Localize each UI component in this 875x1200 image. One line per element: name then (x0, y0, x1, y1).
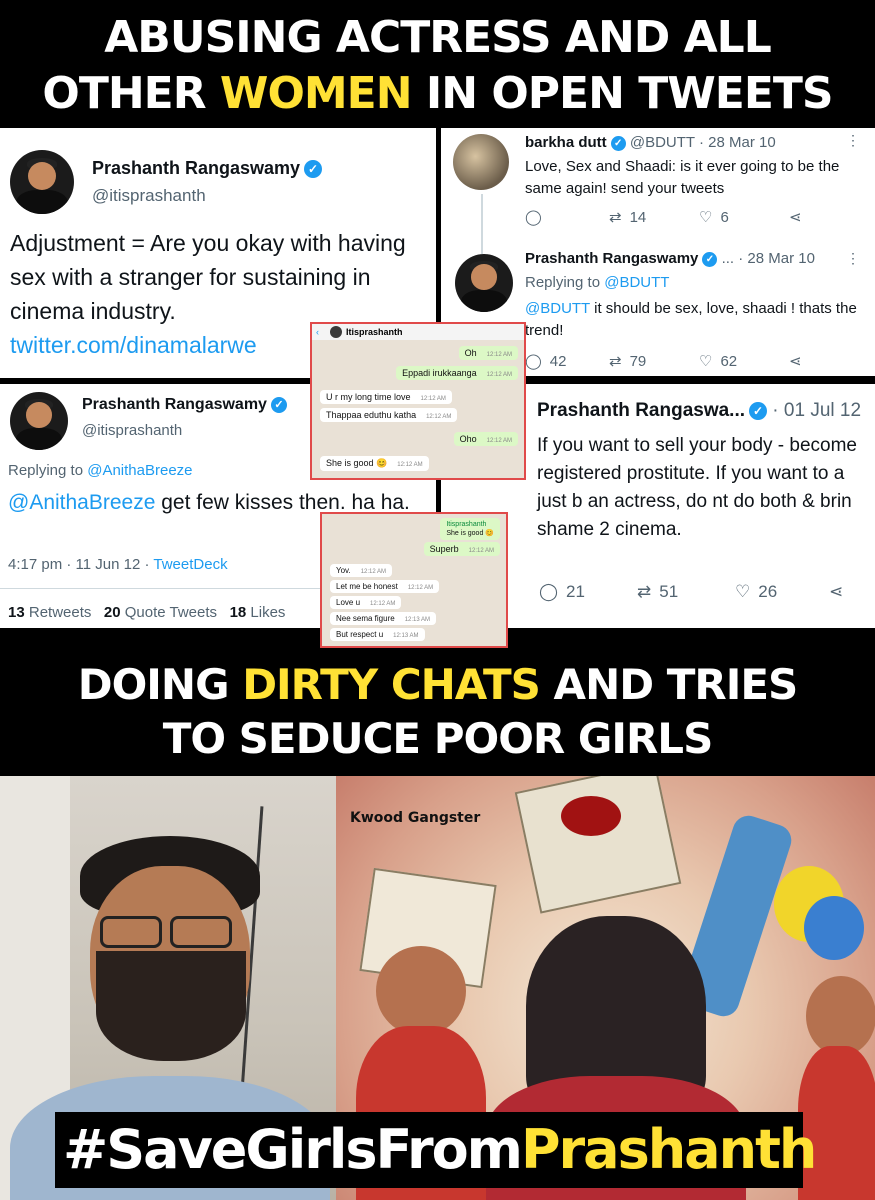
like-button[interactable]: ♡ 6 (699, 208, 729, 227)
illustration-caption: Kwood Gangster (350, 810, 481, 826)
chat-contact-name: Itisprashanth (346, 327, 403, 337)
like-button[interactable]: ♡ 26 (735, 582, 777, 602)
tweet-author-handle[interactable]: @itisprashanth (92, 186, 206, 206)
chat-message: U r my long time love 12:12 AM (320, 390, 452, 404)
chat-screenshot-2: Itisprashanth She is good 😊 Superb 12:12 A… (320, 512, 508, 648)
tweet-author-name[interactable]: Prashanth Rangaswa... ✓ · 01 Jul 12 (537, 400, 861, 422)
comment-icon: ◯ (525, 209, 542, 226)
tweet-stats: 13 Retweets 20 Quote Tweets 18 Likes (8, 604, 286, 621)
chat-message: She is good 😊 12:12 AM (320, 456, 429, 471)
chat-message: Thappaa eduthu katha 12:12 AM (320, 408, 458, 422)
retweet-icon: ⇄ (609, 209, 622, 226)
avatar (455, 254, 513, 312)
tweet-text: If you want to sell your body - become r… (537, 435, 857, 540)
share-button[interactable]: ⋖ (789, 208, 802, 226)
poster: { "top_banner": { "line1": "ABUSING ACTR… (0, 0, 875, 1200)
share-button[interactable]: ⋖ (829, 582, 843, 602)
verified-badge-icon: ✓ (749, 401, 768, 420)
back-icon[interactable]: ‹ (316, 324, 319, 340)
comment-icon: ◯ (539, 582, 559, 601)
chat-message: Nee sema figure 12:13 AM (330, 612, 437, 625)
chat-quoted-message: Itisprashanth She is good 😊 (440, 518, 500, 540)
chat-message: But respect u 12:13 AM (330, 628, 425, 641)
avatar-barkha (453, 134, 509, 190)
verified-badge-icon: ✓ (270, 396, 287, 413)
retweet-button[interactable]: ⇄ 79 (609, 352, 646, 371)
tweet-author-name[interactable]: Prashanth Rangaswamy ✓ (92, 158, 323, 179)
thread-line (481, 194, 483, 254)
share-button[interactable]: ⋖ (789, 352, 802, 370)
verified-badge-icon: ✓ (304, 160, 323, 179)
hashtag-highlight: Prashanth (520, 1118, 817, 1181)
verified-badge-icon: ✓ (702, 251, 718, 267)
reply-button[interactable]: ◯ 21 (539, 582, 585, 602)
chat-screenshot-1: ‹ Itisprashanth Oh 12:12 AM Eppadi irukka… (310, 322, 526, 480)
hashtag-banner: #SaveGirlsFromPrashanth (55, 1112, 817, 1188)
reply-button[interactable]: ◯ 42 (525, 352, 566, 371)
tweet-author-handle[interactable]: @itisprashanth (82, 422, 182, 439)
share-icon: ⋖ (789, 209, 802, 226)
share-icon: ⋖ (789, 353, 802, 370)
retweet-button[interactable]: ⇄ 51 (637, 582, 678, 602)
heart-icon: ♡ (699, 353, 713, 370)
top-banner-highlight: WOMEN (219, 68, 413, 119)
heart-icon: ♡ (699, 209, 713, 226)
chat-header: ‹ Itisprashanth (312, 324, 524, 340)
retweet-icon: ⇄ (609, 353, 622, 370)
tweet-author-name[interactable]: Prashanth Rangaswamy ✓ (82, 396, 287, 414)
tweet-timestamp: 4:17 pm · 11 Jun 12 · TweetDeck (8, 556, 228, 573)
top-banner-line1: ABUSING ACTRESS AND ALL (104, 12, 772, 63)
tweet-author-name[interactable]: barkha dutt ✓ @BDUTT · 28 Mar 10 (525, 134, 776, 151)
mid-banner-line2: TO SEDUCE POOR GIRLS (162, 714, 714, 763)
retweet-button[interactable]: ⇄ 14 (609, 208, 646, 227)
chat-message: Let me be honest 12:12 AM (330, 580, 440, 593)
mid-banner-line1: DOING DIRTY CHATS AND TRIES (77, 660, 799, 709)
more-icon[interactable]: ⋮ (846, 250, 860, 267)
chat-message: Eppadi irukkaanga 12:12 AM (396, 366, 518, 380)
verified-badge-icon: ✓ (610, 135, 626, 151)
more-icon[interactable]: ⋮ (846, 132, 860, 149)
tweet-link[interactable]: twitter.com/dinamalarwe (10, 332, 257, 358)
chat-message: Superb 12:12 AM (423, 542, 500, 556)
chat-message: Oh 12:12 AM (458, 346, 518, 360)
tweet-text: Love, Sex and Shaadi: is it ever going t… (525, 158, 840, 197)
heart-icon: ♡ (735, 582, 751, 601)
avatar (10, 392, 68, 450)
chat-message: Love u 12:12 AM (330, 596, 402, 609)
replying-to: Replying to @AnithaBreeze (8, 462, 193, 479)
chat-message: Oho 12:12 AM (453, 432, 518, 446)
top-banner: ABUSING ACTRESS AND ALL OTHER WOMEN IN O… (0, 10, 875, 122)
avatar (10, 150, 74, 214)
tweet-text: @BDUTT it should be sex, love, shaadi ! … (525, 300, 857, 339)
reply-button[interactable]: ◯ (525, 208, 542, 226)
mid-banner: DOING DIRTY CHATS AND TRIES TO SEDUCE PO… (0, 658, 875, 766)
chat-contact-avatar (330, 326, 342, 338)
comment-icon: ◯ (525, 353, 542, 370)
like-button[interactable]: ♡ 62 (699, 352, 737, 371)
retweet-icon: ⇄ (637, 582, 652, 601)
top-banner-line2: OTHER WOMEN IN OPEN TWEETS (42, 68, 833, 119)
share-icon: ⋖ (829, 582, 844, 601)
chat-message: Yov. 12:12 AM (330, 564, 393, 577)
replying-to: Replying to @BDUTT (525, 274, 670, 291)
mid-banner-highlight: DIRTY CHATS (242, 660, 541, 709)
tweet-author-name[interactable]: Prashanth Rangaswamy ✓ ... · 28 Mar 10 (525, 250, 815, 267)
